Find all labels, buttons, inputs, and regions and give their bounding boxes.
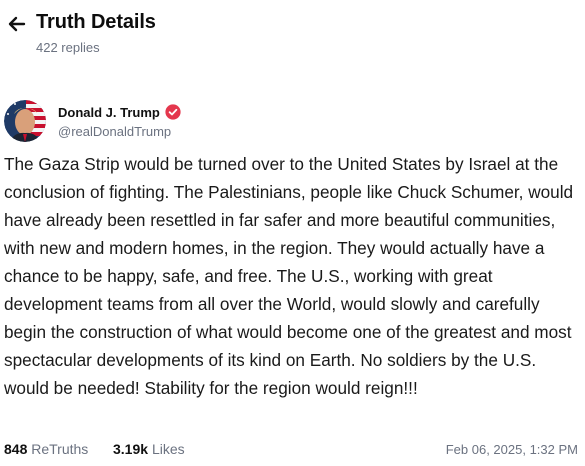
avatar[interactable] bbox=[4, 100, 46, 142]
likes-stat[interactable]: 3.19k Likes bbox=[113, 441, 185, 457]
arrow-left-icon bbox=[5, 12, 29, 36]
post-footer: 848 ReTruths 3.19k Likes Feb 06, 2025, 1… bbox=[4, 441, 578, 461]
back-button[interactable] bbox=[5, 12, 29, 36]
page-header: Truth Details 422 replies bbox=[0, 0, 585, 64]
display-name-row: Donald J. Trump bbox=[58, 103, 181, 121]
verified-badge-icon bbox=[165, 104, 181, 120]
retruths-count: 848 bbox=[4, 441, 28, 457]
likes-label: Likes bbox=[151, 441, 185, 457]
replies-count: 422 replies bbox=[36, 40, 100, 55]
author-handle[interactable]: @realDonaldTrump bbox=[58, 124, 171, 139]
retruths-label: ReTruths bbox=[31, 441, 89, 457]
likes-count: 3.19k bbox=[113, 441, 149, 457]
post-timestamp: Feb 06, 2025, 1:32 PM bbox=[445, 442, 578, 457]
post-text: The Gaza Strip would be turned over to t… bbox=[4, 154, 574, 398]
page-title: Truth Details bbox=[36, 11, 156, 33]
display-name[interactable]: Donald J. Trump bbox=[58, 105, 160, 120]
retruths-stat[interactable]: 848 ReTruths bbox=[4, 441, 88, 457]
post-author: Donald J. Trump @realDonaldTrump bbox=[4, 100, 564, 144]
